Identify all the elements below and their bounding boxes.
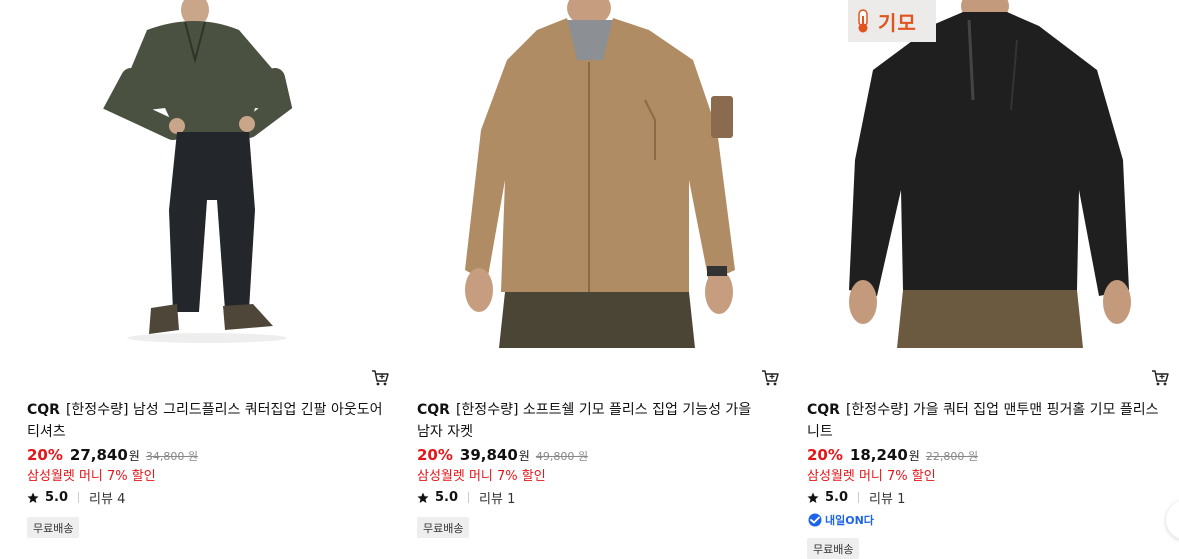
- product-title[interactable]: CQR [한정수량] 남성 그리드플리스 쿼터집업 긴팔 아웃도어 티셔츠: [27, 399, 389, 443]
- next-day-label: 내일ON다: [825, 514, 874, 527]
- free-shipping-badge: 무료배송: [417, 517, 470, 538]
- badge-label: 기모: [878, 10, 917, 35]
- sale-price: 27,840: [69, 446, 128, 464]
- star-icon: [27, 492, 39, 503]
- divider: [858, 492, 860, 503]
- product-card[interactable]: CQR [한정수량] 남성 그리드플리스 쿼터집업 긴팔 아웃도어 티셔츠 20%…: [27, 0, 389, 559]
- original-price: 34,800 원: [145, 450, 198, 463]
- product-image[interactable]: [417, 0, 779, 348]
- product-title[interactable]: CQR [한정수량] 소프트쉘 기모 플리스 집업 기능성 가을 남자 자켓: [417, 399, 779, 443]
- rating-score: 5.0: [825, 490, 849, 505]
- free-shipping-badge: 무료배송: [807, 538, 860, 559]
- product-image[interactable]: [27, 0, 389, 348]
- product-name: [한정수량] 남성 그리드플리스 쿼터집업 긴팔 아웃도어 티셔츠: [27, 402, 383, 440]
- currency-unit: 원: [128, 449, 140, 463]
- free-shipping-badge: 무료배송: [27, 517, 80, 538]
- cart-icon[interactable]: [1151, 369, 1169, 387]
- product-photo-black-fleece: [849, 0, 1131, 348]
- price-row: 20% 18,240 원 22,800 원: [807, 446, 978, 464]
- divider: [468, 492, 470, 503]
- product-photo-olive-fleece: [103, 0, 293, 343]
- product-name: [한정수량] 소프트쉘 기모 플리스 집업 기능성 가을 남자 자켓: [417, 402, 752, 440]
- next-day-delivery-badge: 내일ON다: [807, 512, 874, 528]
- star-icon: [417, 492, 429, 503]
- review-count: 리뷰 1: [479, 492, 516, 507]
- original-price: 49,800 원: [535, 450, 588, 463]
- price-row: 20% 27,840 원 34,800 원: [27, 446, 198, 464]
- rating-score: 5.0: [435, 490, 459, 505]
- product-card[interactable]: 기모 CQR [한정수량] 가을 쿼터 집업 맨투맨 핑거홀 기모 플리스 니트 …: [807, 0, 1169, 559]
- brand-name: CQR: [27, 402, 60, 418]
- brand-name: CQR: [417, 402, 450, 418]
- review-count: 리뷰 1: [869, 492, 906, 507]
- sale-price: 18,240: [849, 446, 908, 464]
- divider: [78, 492, 80, 503]
- cart-icon[interactable]: [371, 369, 389, 387]
- original-price: 22,800 원: [925, 450, 978, 463]
- rating-row: 5.0 리뷰 1: [417, 488, 515, 507]
- currency-unit: 원: [908, 449, 920, 463]
- rating-row: 5.0 리뷰 1: [807, 488, 905, 507]
- rating-row: 5.0 리뷰 4: [27, 488, 125, 507]
- promo-text: 삼성월렛 머니 7% 할인: [807, 469, 936, 484]
- review-count: 리뷰 4: [89, 492, 126, 507]
- thermometer-icon: [858, 9, 868, 33]
- discount-rate: 20%: [807, 446, 843, 464]
- promo-text: 삼성월렛 머니 7% 할인: [27, 469, 156, 484]
- product-card[interactable]: CQR [한정수량] 소프트쉘 기모 플리스 집업 기능성 가을 남자 자켓 20…: [417, 0, 779, 559]
- product-grid: CQR [한정수량] 남성 그리드플리스 쿼터집업 긴팔 아웃도어 티셔츠 20%…: [0, 0, 1179, 559]
- sale-price: 39,840: [459, 446, 518, 464]
- star-icon: [807, 492, 819, 503]
- product-photo-tan-softshell: [465, 0, 735, 348]
- promo-text: 삼성월렛 머니 7% 할인: [417, 469, 546, 484]
- discount-rate: 20%: [417, 446, 453, 464]
- cart-icon[interactable]: [761, 369, 779, 387]
- next-day-delivery-icon: [808, 513, 822, 527]
- fleece-lined-badge: 기모: [848, 0, 936, 42]
- brand-name: CQR: [807, 402, 840, 418]
- product-image[interactable]: [807, 0, 1169, 348]
- product-name: [한정수량] 가을 쿼터 집업 맨투맨 핑거홀 기모 플리스 니트: [807, 402, 1159, 440]
- currency-unit: 원: [518, 449, 530, 463]
- price-row: 20% 39,840 원 49,800 원: [417, 446, 588, 464]
- discount-rate: 20%: [27, 446, 63, 464]
- rating-score: 5.0: [45, 490, 69, 505]
- product-title[interactable]: CQR [한정수량] 가을 쿼터 집업 맨투맨 핑거홀 기모 플리스 니트: [807, 399, 1169, 443]
